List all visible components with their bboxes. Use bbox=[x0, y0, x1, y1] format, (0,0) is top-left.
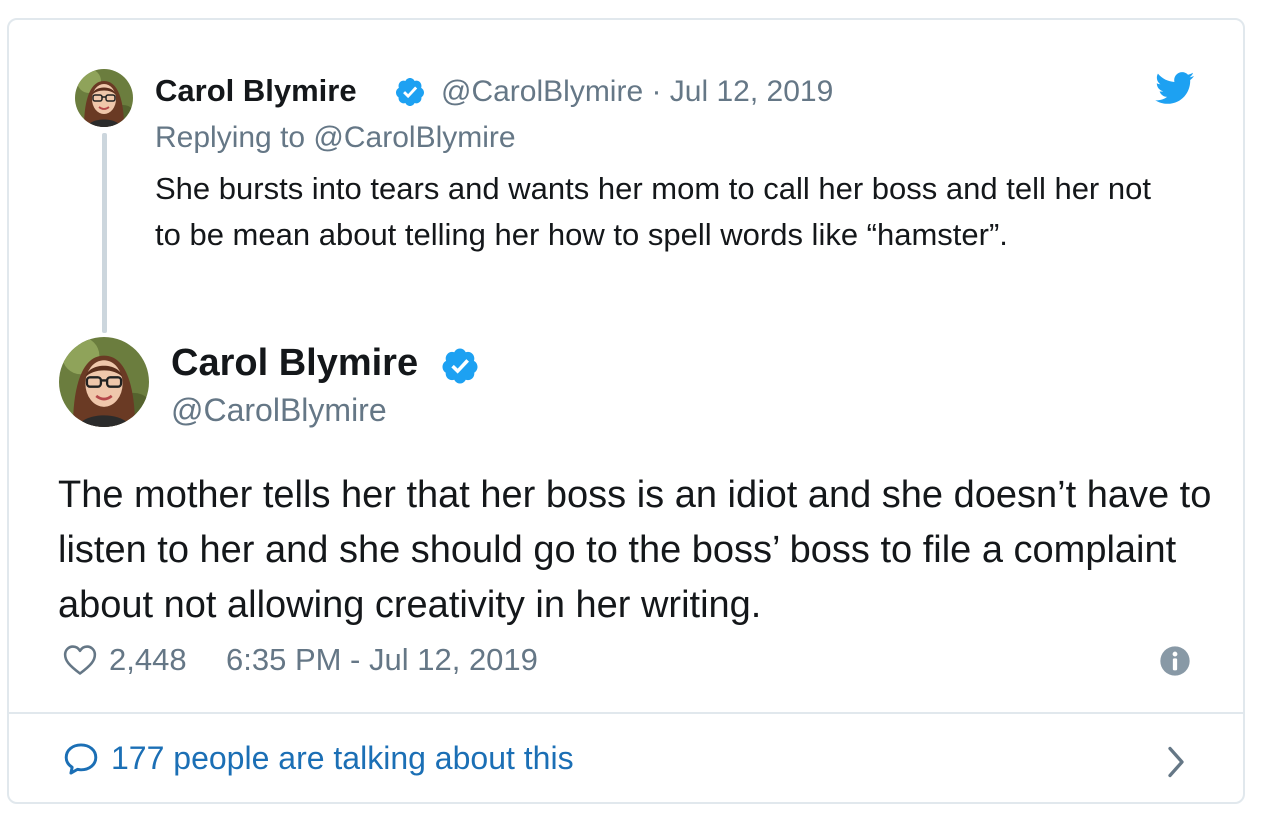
author-name[interactable]: Carol Blymire bbox=[171, 342, 418, 385]
like-count[interactable]: 2,448 bbox=[109, 642, 187, 678]
twitter-bird-icon[interactable] bbox=[1155, 72, 1195, 105]
chevron-right-icon[interactable] bbox=[1165, 744, 1187, 780]
thread-connector-line bbox=[102, 133, 107, 333]
heart-icon[interactable] bbox=[63, 644, 97, 676]
tweet-meta[interactable]: @CarolBlymire · Jul 12, 2019 bbox=[441, 75, 833, 109]
divider bbox=[9, 712, 1243, 714]
tweet-text: The mother tells her that her boss is an… bbox=[58, 474, 1212, 626]
author-handle[interactable]: @CarolBlymire bbox=[171, 392, 387, 429]
conversation-link[interactable]: 177 people are talking about this bbox=[111, 740, 574, 777]
info-icon[interactable] bbox=[1159, 645, 1191, 677]
tweet-timestamp[interactable]: 6:35 PM - Jul 12, 2019 bbox=[226, 642, 538, 678]
embedded-tweet-card: Carol Blymire @CarolBlymire · Jul 12, 20… bbox=[7, 18, 1245, 804]
author-name[interactable]: Carol Blymire bbox=[155, 73, 357, 109]
avatar[interactable] bbox=[75, 69, 133, 127]
speech-bubble-icon[interactable] bbox=[63, 742, 99, 776]
verified-badge-icon bbox=[440, 346, 480, 386]
tweet-text: She bursts into tears and wants her mom … bbox=[155, 171, 1151, 252]
verified-badge-icon bbox=[394, 76, 426, 108]
avatar[interactable] bbox=[59, 337, 149, 427]
replying-to[interactable]: Replying to @CarolBlymire bbox=[155, 121, 516, 155]
